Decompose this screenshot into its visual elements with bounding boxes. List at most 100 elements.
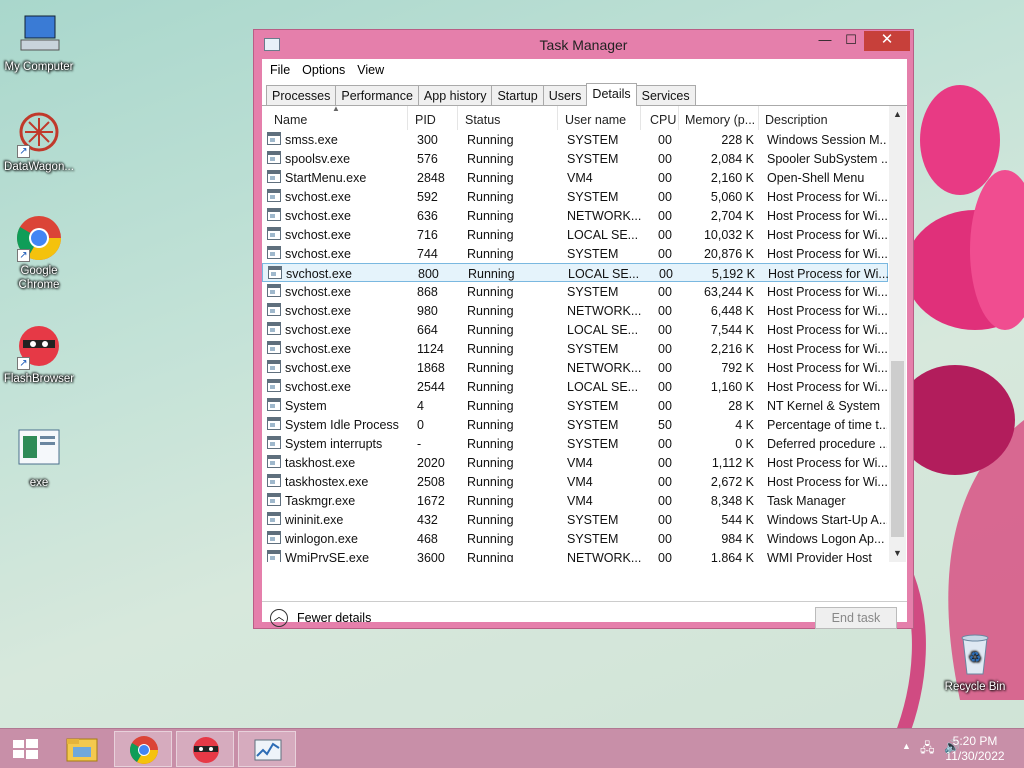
process-icon	[267, 474, 281, 487]
tab-processes[interactable]: Processes	[266, 85, 337, 106]
desktop-icon-datawagon[interactable]: ↗ DataWagon...	[0, 110, 78, 174]
column-header-cpu[interactable]: CPU	[650, 113, 676, 127]
table-row[interactable]: svchost.exe 716 Running LOCAL SE... 00 Host P…	[262, 225, 888, 244]
table-row[interactable]: svchost.exe 664 Running LOCAL SE... 00 Host P…	[262, 320, 888, 339]
end-task-button[interactable]: End task	[815, 607, 897, 629]
row-pid: 4	[417, 399, 424, 413]
table-row[interactable]: svchost.exe 744 Running SYSTEM 00 Host Proces…	[262, 244, 888, 263]
table-row[interactable]: svchost.exe 868 Running SYSTEM 00 Host Proces…	[262, 282, 888, 301]
table-row[interactable]: System 4 Running SYSTEM 00 NT Kernel & System…	[262, 396, 888, 415]
process-icon	[267, 455, 281, 468]
row-user-name: VM4	[567, 475, 593, 489]
table-row[interactable]: StartMenu.exe 2848 Running VM4 00 Open-Shell …	[262, 168, 888, 187]
row-cpu: 00	[658, 323, 672, 337]
column-header-status[interactable]: Status	[465, 113, 500, 127]
start-button[interactable]	[2, 731, 48, 767]
table-row[interactable]: taskhostex.exe 2508 Running VM4 00 Host Proce…	[262, 472, 888, 491]
taskbar-chrome[interactable]	[114, 731, 172, 767]
table-row[interactable]: svchost.exe 1124 Running SYSTEM 00 Host Proce…	[262, 339, 888, 358]
process-icon	[267, 132, 281, 145]
table-row[interactable]: svchost.exe 636 Running NETWORK... 00 Host Pr…	[262, 206, 888, 225]
network-icon[interactable]: 🖧	[920, 739, 935, 761]
clock-date: 11/30/2022	[945, 749, 1005, 763]
column-header-row: ▲ Name PID Status User name CPU Memory (…	[262, 104, 888, 130]
row-user-name: LOCAL SE...	[567, 380, 639, 394]
table-row[interactable]: System Idle Process 0 Running SYSTEM 50 Perce…	[262, 415, 888, 434]
task-manager-window: Task Manager — ☐ ✕ File Options View Pro…	[253, 29, 914, 629]
table-row[interactable]: wininit.exe 432 Running SYSTEM 00 Windows Sta…	[262, 510, 888, 529]
close-button[interactable]: ✕	[864, 31, 910, 51]
menu-view[interactable]: View	[351, 63, 390, 77]
taskbar-file-explorer[interactable]	[53, 731, 111, 767]
tab-startup[interactable]: Startup	[491, 85, 544, 106]
column-header-memory[interactable]: Memory (p...	[685, 113, 755, 127]
menu-file[interactable]: File	[264, 63, 296, 77]
tab-services[interactable]: Services	[635, 85, 696, 106]
row-memory: 544 K	[721, 513, 754, 527]
column-header-user-name[interactable]: User name	[565, 113, 626, 127]
chrome-icon: ↗	[15, 214, 63, 262]
table-row[interactable]: svchost.exe 800 Running LOCAL SE... 00 Host P…	[262, 263, 888, 282]
row-description: Host Process for Wi...	[767, 285, 887, 299]
desktop-icon-flashbrowser[interactable]: ↗ FlashBrowser	[0, 322, 78, 386]
fewer-details-button[interactable]: ︿ Fewer details	[270, 609, 371, 627]
table-row[interactable]: svchost.exe 1868 Running NETWORK... 00 Host P…	[262, 358, 888, 377]
taskbar: ▲ 🖧 🔊 5:20 PM 11/30/2022	[0, 728, 1024, 768]
row-status: Running	[467, 171, 514, 185]
scroll-down-icon[interactable]: ▼	[889, 545, 906, 562]
row-status: Running	[467, 494, 514, 508]
table-row[interactable]: smss.exe 300 Running SYSTEM 00 Windows Sessio…	[262, 130, 888, 149]
tab-users[interactable]: Users	[542, 85, 588, 106]
table-row[interactable]: winlogon.exe 468 Running SYSTEM 00 Windows Lo…	[262, 529, 888, 548]
vertical-scrollbar[interactable]: ▲ ▼	[889, 106, 906, 562]
menu-options[interactable]: Options	[296, 63, 351, 77]
row-description: Host Process for Wi...	[767, 361, 887, 375]
tab-performance[interactable]: Performance	[335, 85, 419, 106]
show-hidden-icons-icon[interactable]: ▲	[902, 741, 911, 751]
column-divider	[640, 106, 641, 130]
table-row[interactable]: Taskmgr.exe 1672 Running VM4 00 Task Manager 8…	[262, 491, 888, 510]
row-memory: 20,876 K	[703, 247, 754, 261]
row-cpu: 00	[658, 494, 672, 508]
clock[interactable]: 5:20 PM 11/30/2022	[940, 734, 1010, 764]
row-memory: 2,160 K	[710, 171, 754, 185]
row-pid: 664	[417, 323, 438, 337]
desktop-icon-my-computer[interactable]: My Computer	[0, 10, 78, 74]
process-icon	[267, 512, 281, 525]
title-bar[interactable]: Task Manager — ☐ ✕	[254, 30, 913, 58]
column-header-name[interactable]: Name	[274, 113, 307, 127]
desktop-icon-google-chrome[interactable]: ↗ Google Chrome	[0, 214, 78, 292]
row-memory: 5,192 K	[711, 267, 755, 281]
table-row[interactable]: WmiPrvSE.exe 3600 Running NETWORK... 00 WMI P…	[262, 548, 888, 562]
table-row[interactable]: spoolsv.exe 576 Running SYSTEM 00 Spooler Sub…	[262, 149, 888, 168]
row-name: wininit.exe	[285, 513, 344, 527]
exe-icon	[15, 426, 63, 474]
table-row[interactable]: svchost.exe 2544 Running LOCAL SE... 00 Host …	[262, 377, 888, 396]
table-row[interactable]: svchost.exe 980 Running NETWORK... 00 Host Pr…	[262, 301, 888, 320]
scroll-up-icon[interactable]: ▲	[889, 106, 906, 123]
row-pid: 744	[417, 247, 438, 261]
row-name: svchost.exe	[285, 304, 352, 318]
taskbar-task-manager[interactable]	[238, 731, 296, 767]
row-name: smss.exe	[285, 133, 338, 147]
row-memory: 5,060 K	[710, 190, 754, 204]
column-header-pid[interactable]: PID	[415, 113, 436, 127]
minimize-button[interactable]: —	[812, 31, 838, 51]
table-row[interactable]: taskhost.exe 2020 Running VM4 00 Host Process…	[262, 453, 888, 472]
table-row[interactable]: svchost.exe 592 Running SYSTEM 00 Host Proces…	[262, 187, 888, 206]
row-name: svchost.exe	[285, 380, 352, 394]
row-cpu: 00	[658, 551, 672, 562]
row-status: Running	[467, 323, 514, 337]
scrollbar-thumb[interactable]	[891, 361, 904, 537]
taskbar-flashbrowser[interactable]	[176, 731, 234, 767]
desktop-icon-recycle-bin[interactable]: ♻ Recycle Bin	[936, 630, 1014, 694]
row-description: Percentage of time t...	[767, 418, 887, 432]
desktop-icon-exe[interactable]: exe	[0, 426, 78, 490]
row-user-name: NETWORK...	[567, 551, 642, 562]
column-header-description[interactable]: Description	[765, 113, 828, 127]
table-row[interactable]: System interrupts - Running SYSTEM 00 Deferre…	[262, 434, 888, 453]
maximize-button[interactable]: ☐	[838, 31, 864, 51]
tab-details[interactable]: Details	[586, 83, 637, 106]
process-icon	[267, 417, 281, 430]
tab-app-history[interactable]: App history	[417, 85, 493, 106]
